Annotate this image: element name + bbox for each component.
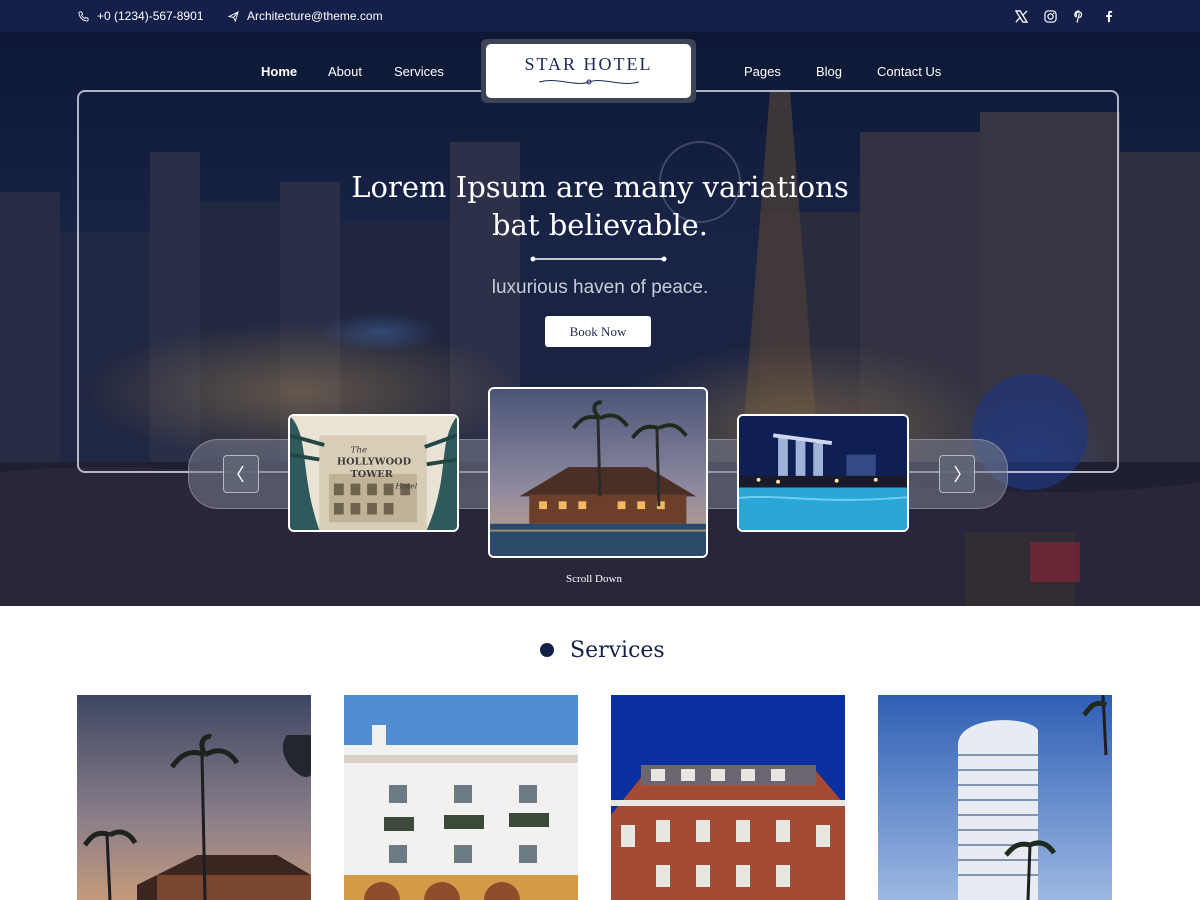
sign-hollywood: HOLLYWOOD <box>337 456 411 467</box>
marina-bay-pool-image <box>739 416 907 530</box>
top-bar: +0 (1234)-567-8901 Architecture@theme.co… <box>0 0 1200 32</box>
services-title: Services <box>570 637 665 663</box>
services-heading: Services <box>540 634 665 666</box>
nav-services[interactable]: Services <box>394 64 444 80</box>
nav-about[interactable]: About <box>328 64 362 80</box>
service-card-4[interactable] <box>878 695 1112 900</box>
phone-number: +0 (1234)-567-8901 <box>97 9 204 23</box>
slider-thumb-resort-pool[interactable] <box>488 387 708 558</box>
nav-pages[interactable]: Pages <box>744 64 781 80</box>
nav-home[interactable]: Home <box>261 64 297 80</box>
nav-blog[interactable]: Blog <box>816 64 842 80</box>
sign-hotel: Hotel <box>394 481 417 490</box>
instagram-icon[interactable] <box>1042 8 1058 24</box>
hollywood-tower-hotel-image: The HOLLYWOOD TOWER Hotel <box>290 416 457 530</box>
facebook-icon[interactable] <box>1100 8 1116 24</box>
palm-resort-image <box>77 695 311 900</box>
phone-contact[interactable]: +0 (1234)-567-8901 <box>78 0 203 32</box>
heading-dot-icon <box>540 643 554 657</box>
slider-thumb-marina-bay[interactable] <box>737 414 909 532</box>
scroll-down-link[interactable]: Scroll Down <box>544 573 644 585</box>
nav-contact-us[interactable]: Contact Us <box>877 64 941 80</box>
x-icon[interactable] <box>1013 8 1029 24</box>
slider-thumb-hollywood-tower[interactable]: The HOLLYWOOD TOWER Hotel <box>288 414 459 532</box>
pinterest-icon[interactable] <box>1071 8 1087 24</box>
hero-title-line1: Lorem Ipsum are many variations <box>351 170 849 204</box>
book-now-button[interactable]: Book Now <box>545 316 651 347</box>
email-address: Architecture@theme.com <box>247 9 383 23</box>
chevron-left-icon <box>237 465 244 483</box>
sign-the: The <box>351 446 368 456</box>
logo-plate: STAR HOTEL <box>486 44 691 98</box>
brick-hotel-image <box>611 695 845 900</box>
logo-flourish-icon <box>538 79 639 84</box>
logo[interactable]: STAR HOTEL <box>481 39 696 103</box>
logo-text: STAR HOTEL <box>524 53 653 74</box>
hero-divider <box>530 256 667 262</box>
slider-prev-button[interactable] <box>223 455 259 493</box>
social-links <box>1013 0 1116 32</box>
chevron-right-icon <box>954 465 961 483</box>
hero-subtitle: luxurious haven of peace. <box>491 277 709 298</box>
email-contact[interactable]: Architecture@theme.com <box>228 0 383 32</box>
resort-pool-dusk-image <box>490 389 706 556</box>
tower-hotel-image <box>878 695 1112 900</box>
phone-icon <box>78 10 89 22</box>
slider-next-button[interactable] <box>939 455 975 493</box>
service-card-3[interactable] <box>611 695 845 900</box>
sign-tower: TOWER <box>351 469 394 480</box>
service-card-2[interactable] <box>344 695 578 900</box>
white-hotel-image <box>344 695 578 900</box>
service-card-1[interactable] <box>77 695 311 900</box>
hero-title-line2: bat believable. <box>491 208 709 242</box>
send-icon <box>228 10 239 22</box>
hero-title: Lorem Ipsum are many variations bat beli… <box>300 168 900 244</box>
hero-section: Home About Services Pages Blog Contact U… <box>0 32 1200 606</box>
